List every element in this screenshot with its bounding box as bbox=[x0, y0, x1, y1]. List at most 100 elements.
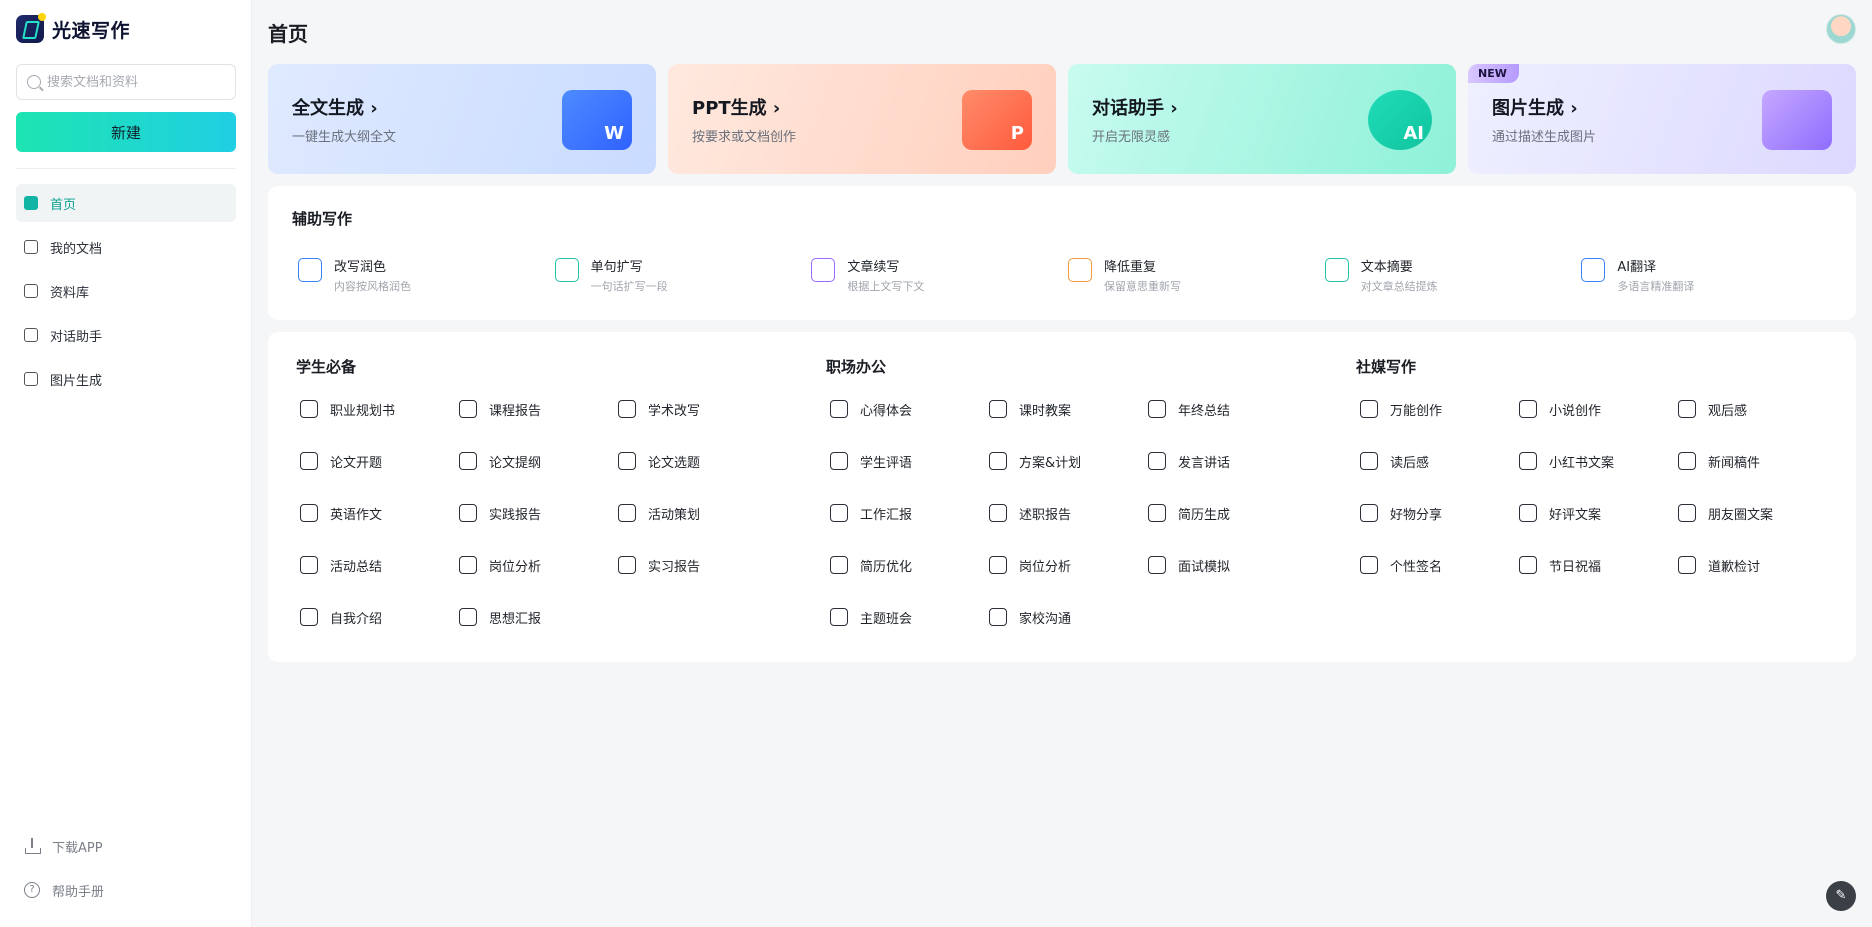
tool-item[interactable]: 面试模拟 bbox=[1144, 551, 1303, 579]
card-full-text[interactable]: 全文生成 › 一键生成大纲全文 W bbox=[268, 64, 656, 174]
assist-item-translate[interactable]: AI翻译 多语言精准翻译 bbox=[1581, 256, 1838, 294]
tool-item[interactable]: 述职报告 bbox=[985, 499, 1144, 527]
tool-label: 学术改写 bbox=[648, 403, 701, 419]
tool-item[interactable]: 课程报告 bbox=[455, 395, 614, 423]
tool-label: 心得体会 bbox=[860, 403, 913, 419]
lesson-plan-icon bbox=[989, 400, 1007, 418]
tool-item[interactable]: 节日祝福 bbox=[1515, 551, 1674, 579]
tool-item[interactable]: 发言讲话 bbox=[1144, 447, 1303, 475]
tool-label: 论文开题 bbox=[330, 455, 383, 471]
tool-grid: 职业规划书 课程报告 学术改写 论文开题 论文提纲 论文选题 英语作文 实践报告… bbox=[296, 395, 773, 631]
thumbs-up-icon bbox=[1519, 504, 1537, 522]
tool-item[interactable]: 好物分享 bbox=[1356, 499, 1515, 527]
sidebar-item-my-docs[interactable]: 我的文档 bbox=[16, 228, 236, 266]
download-label: 下载APP bbox=[52, 840, 103, 856]
assist-title: AI翻译 bbox=[1617, 260, 1657, 275]
download-app-link[interactable]: 下载APP bbox=[16, 831, 236, 861]
tool-item[interactable]: 家校沟通 bbox=[985, 603, 1144, 631]
sidebar-item-library[interactable]: 资料库 bbox=[16, 272, 236, 310]
card-image-gen[interactable]: NEW 图片生成 › 通过描述生成图片 bbox=[1468, 64, 1856, 174]
tool-item[interactable]: 实践报告 bbox=[455, 499, 614, 527]
tool-item[interactable]: 岗位分析 bbox=[985, 551, 1144, 579]
thesis-topic-icon bbox=[618, 452, 636, 470]
speech-icon bbox=[1148, 452, 1166, 470]
tool-item[interactable]: 学生评语 bbox=[826, 447, 985, 475]
news-icon bbox=[1678, 452, 1696, 470]
search-box[interactable] bbox=[16, 64, 236, 100]
assist-item-continue[interactable]: 文章续写 根据上文写下文 bbox=[811, 256, 1068, 294]
assist-subtitle: 保留意思重新写 bbox=[1104, 280, 1182, 293]
tool-item[interactable]: 论文开题 bbox=[296, 447, 455, 475]
tool-item[interactable]: 论文选题 bbox=[614, 447, 773, 475]
assist-subtitle: 一句话扩写一段 bbox=[590, 280, 668, 293]
tool-section-student: 学生必备 职业规划书 课程报告 学术改写 论文开题 论文提纲 论文选题 英语作文… bbox=[296, 354, 773, 631]
assist-item-summary[interactable]: 文本摘要 对文章总结提炼 bbox=[1324, 256, 1582, 294]
tool-item[interactable]: 个性签名 bbox=[1356, 551, 1515, 579]
tool-item[interactable]: 主题班会 bbox=[826, 603, 985, 631]
new-badge: NEW bbox=[1468, 64, 1519, 83]
tool-item[interactable]: 年终总结 bbox=[1144, 395, 1303, 423]
tool-item[interactable]: 小红书文案 bbox=[1515, 447, 1674, 475]
event-summary-icon bbox=[300, 556, 318, 574]
word-doc-icon: W bbox=[562, 90, 632, 150]
tool-item[interactable]: 简历生成 bbox=[1144, 499, 1303, 527]
tool-label: 小说创作 bbox=[1549, 403, 1602, 419]
help-link[interactable]: ? 帮助手册 bbox=[16, 875, 236, 905]
tool-label: 课程报告 bbox=[489, 403, 542, 419]
tool-item[interactable]: 小说创作 bbox=[1515, 395, 1674, 423]
assist-title: 降低重复 bbox=[1104, 260, 1157, 275]
tool-label: 主题班会 bbox=[860, 611, 913, 627]
tool-item[interactable]: 思想汇报 bbox=[455, 603, 614, 631]
apology-icon bbox=[1678, 556, 1696, 574]
new-button[interactable]: 新建 bbox=[16, 112, 236, 152]
tool-item[interactable]: 工作汇报 bbox=[826, 499, 985, 527]
assist-item-polish[interactable]: 改写润色 内容按风格润色 bbox=[298, 256, 555, 294]
tool-item[interactable]: 活动总结 bbox=[296, 551, 455, 579]
assist-item-dedupe[interactable]: 降低重复保留意思重新写 bbox=[1068, 256, 1325, 294]
tool-grid: 心得体会 课时教案 年终总结 学生评语 方案&计划 发言讲话 工作汇报 述职报告… bbox=[826, 395, 1303, 631]
tool-item[interactable]: 自我介绍 bbox=[296, 603, 455, 631]
tool-label: 岗位分析 bbox=[489, 559, 542, 575]
year-end-icon bbox=[1148, 400, 1166, 418]
app-logo[interactable]: 光速写作 bbox=[16, 13, 130, 44]
card-chat[interactable]: 对话助手 › 开启无限灵感 AI bbox=[1068, 64, 1456, 174]
tool-item[interactable]: 简历优化 bbox=[826, 551, 985, 579]
tool-item[interactable]: 朋友圈文案 bbox=[1674, 499, 1833, 527]
tool-item[interactable]: 道歉检讨 bbox=[1674, 551, 1833, 579]
tool-label: 活动策划 bbox=[648, 507, 701, 523]
tool-item[interactable]: 观后感 bbox=[1674, 395, 1833, 423]
tool-item[interactable]: 活动策划 bbox=[614, 499, 773, 527]
tool-label: 读后感 bbox=[1390, 455, 1430, 471]
sidebar-item-home[interactable]: 首页 bbox=[16, 184, 236, 222]
tool-item[interactable]: 岗位分析 bbox=[455, 551, 614, 579]
card-ppt[interactable]: PPT生成 › 按要求或文档创作 P bbox=[668, 64, 1056, 174]
tool-item[interactable]: 课时教案 bbox=[985, 395, 1144, 423]
english-essay-icon bbox=[300, 504, 318, 522]
book-review-icon bbox=[1360, 452, 1378, 470]
feedback-edit-icon[interactable]: ✎ bbox=[1826, 881, 1856, 911]
sidebar-item-image-gen[interactable]: 图片生成 bbox=[16, 360, 236, 398]
tool-item[interactable]: 方案&计划 bbox=[985, 447, 1144, 475]
tool-item[interactable]: 读后感 bbox=[1356, 447, 1515, 475]
tool-item[interactable]: 心得体会 bbox=[826, 395, 985, 423]
tool-item[interactable]: 万能创作 bbox=[1356, 395, 1515, 423]
sidebar-item-chat[interactable]: 对话助手 bbox=[16, 316, 236, 354]
tool-item[interactable]: 职业规划书 bbox=[296, 395, 455, 423]
tool-item[interactable]: 实习报告 bbox=[614, 551, 773, 579]
tool-item[interactable]: 好评文案 bbox=[1515, 499, 1674, 527]
help-icon: ? bbox=[24, 882, 40, 898]
xiaohongshu-icon bbox=[1519, 452, 1537, 470]
tool-label: 年终总结 bbox=[1178, 403, 1231, 419]
tool-item[interactable]: 英语作文 bbox=[296, 499, 455, 527]
tool-item[interactable]: 论文提纲 bbox=[455, 447, 614, 475]
image-gen-icon bbox=[1762, 90, 1832, 150]
tool-item[interactable]: 学术改写 bbox=[614, 395, 773, 423]
avatar[interactable] bbox=[1826, 14, 1856, 44]
tool-item[interactable]: 新闻稿件 bbox=[1674, 447, 1833, 475]
assist-item-expand[interactable]: 单句扩写 一句话扩写一段 bbox=[554, 256, 812, 294]
signature-icon bbox=[1360, 556, 1378, 574]
translate-icon bbox=[1581, 258, 1606, 282]
search-input[interactable] bbox=[47, 74, 217, 90]
tool-label: 活动总结 bbox=[330, 559, 383, 575]
tool-label: 朋友圈文案 bbox=[1708, 507, 1774, 523]
